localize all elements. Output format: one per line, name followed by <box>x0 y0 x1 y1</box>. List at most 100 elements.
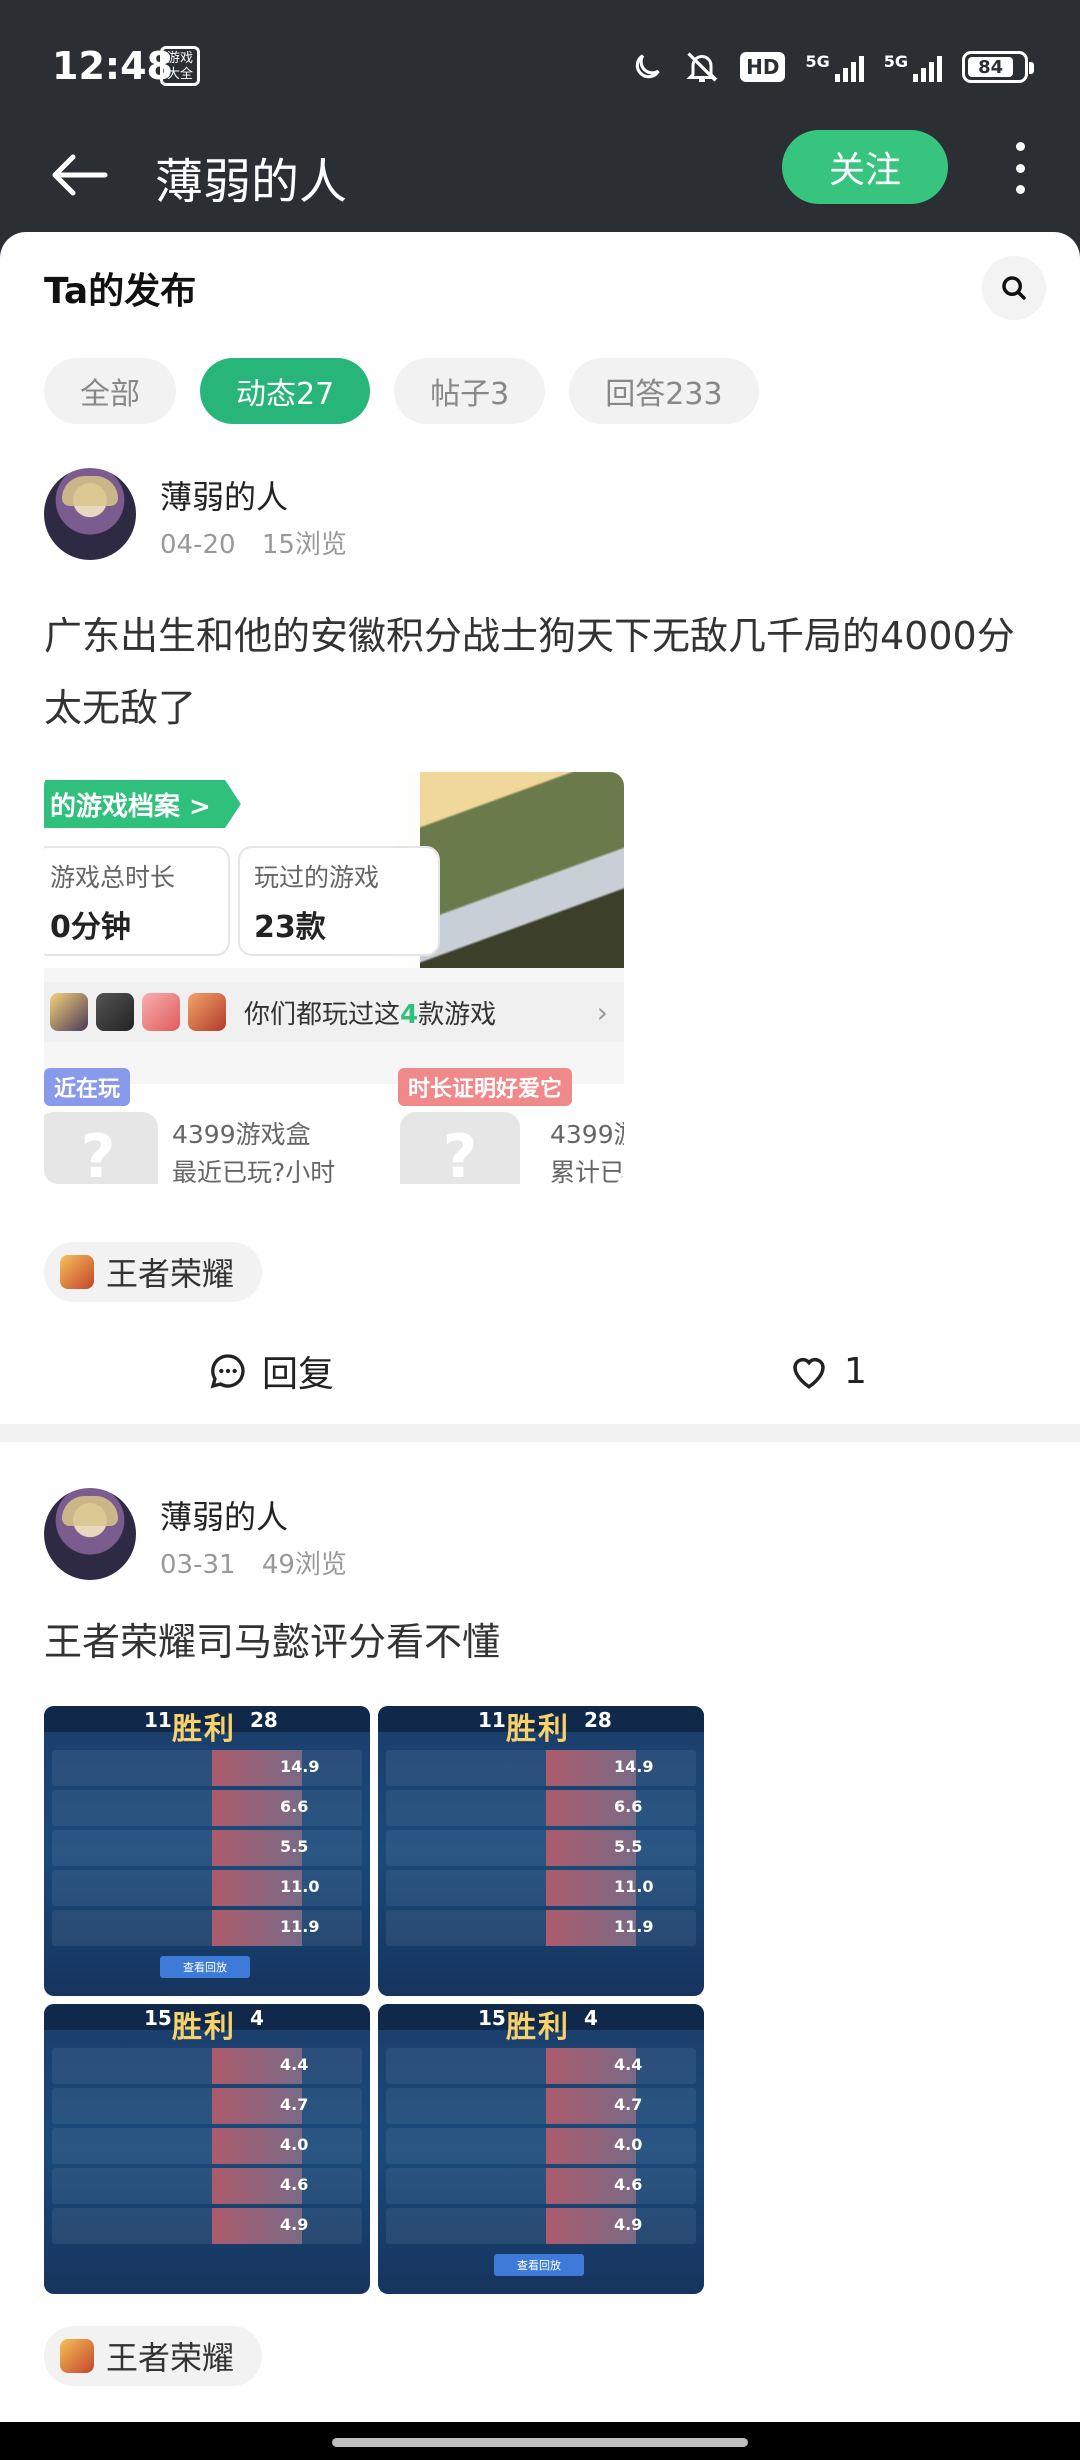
game-result-screenshot[interactable]: 11 胜利 28 14.9 6.6 5.5 11.0 11.9 <box>378 1706 704 1996</box>
network-label-1: 5G <box>805 52 830 71</box>
battery-icon: 84 <box>962 51 1034 83</box>
image-header: 的游戏档案 > <box>44 780 241 828</box>
player-rating: 4.0 <box>280 2135 309 2154</box>
recent-label: 近在玩 <box>44 1068 131 1106</box>
player-rating: 11.0 <box>614 1877 654 1896</box>
game-result-screenshot[interactable]: 15 胜利 4 4.4 4.7 4.0 4.6 4.9 查看回放 <box>378 2004 704 2294</box>
playtime-box: 游戏总时长 0分钟 <box>44 846 230 956</box>
recent-line: 4399游戏盒 <box>172 1120 311 1149</box>
tab-all[interactable]: 全部 <box>44 358 176 424</box>
player-rating: 14.9 <box>280 1757 320 1776</box>
post-author[interactable]: 薄弱的人 <box>160 1492 288 1538</box>
search-button[interactable] <box>982 256 1046 320</box>
player-rating: 4.9 <box>614 2215 643 2234</box>
avatar[interactable] <box>44 1488 136 1580</box>
post-date: 03-31 <box>160 1550 236 1580</box>
reply-button[interactable]: 回复 <box>208 1326 334 1416</box>
player-rating: 4.9 <box>280 2215 309 2234</box>
team-right-score: 28 <box>584 1708 612 1732</box>
game-result-screenshot[interactable]: 15 胜利 4 4.4 4.7 4.0 4.6 4.9 <box>44 2004 370 2294</box>
proof-line: 4399游 <box>550 1120 624 1149</box>
player-row: 6.6 <box>52 1790 362 1826</box>
post-actions: 回复 1 <box>0 1326 1080 1416</box>
back-button[interactable] <box>44 140 114 210</box>
player-rating: 6.6 <box>614 1797 643 1816</box>
team-right-score: 4 <box>250 2006 264 2030</box>
tab-moments[interactable]: 动态27 <box>200 358 371 424</box>
tab-posts[interactable]: 帖子3 <box>394 358 546 424</box>
player-row: 4.0 <box>52 2128 362 2164</box>
more-dot-icon <box>1015 142 1025 151</box>
post-text[interactable]: 王者荣耀司马懿评分看不懂 <box>44 1606 1034 1678</box>
avatar[interactable] <box>44 468 136 560</box>
signal-icon-1: 5G <box>805 52 864 82</box>
view-replay-button: 查看回放 <box>160 1956 250 1978</box>
game-result-screenshot[interactable]: 11 胜利 28 14.9 6.6 5.5 11.0 11.9 查看回放 <box>44 1706 370 1996</box>
more-options-button[interactable] <box>1005 136 1035 200</box>
player-rating: 4.0 <box>614 2135 643 2154</box>
bell-muted-icon <box>684 49 720 85</box>
more-dot-icon <box>1015 185 1025 194</box>
status-time: 12:48 <box>52 44 173 88</box>
hd-voice-icon: HD <box>740 52 786 82</box>
filter-tabs: 全部 动态27 帖子3 回答233 <box>44 358 759 424</box>
proof-text: 4399游 累计已 <box>550 1116 624 1184</box>
game-tag[interactable]: 王者荣耀 <box>44 1242 263 1302</box>
moon-icon <box>630 50 664 84</box>
honor-of-kings-icon <box>60 1255 94 1289</box>
game-avatar <box>188 993 226 1031</box>
player-rating: 11.0 <box>280 1877 320 1896</box>
player-row: 11.9 <box>386 1910 696 1946</box>
player-rating: 5.5 <box>614 1837 643 1856</box>
post-views: 49浏览 <box>261 1550 347 1580</box>
like-button[interactable]: 1 <box>788 1326 867 1416</box>
team-left-score: 15 <box>478 2006 506 2030</box>
game-tag[interactable]: 王者荣耀 <box>44 2326 263 2386</box>
home-indicator[interactable] <box>332 2438 748 2447</box>
player-rating: 4.6 <box>280 2175 309 2194</box>
game-tag-label: 王者荣耀 <box>106 2339 235 2377</box>
system-nav-bar <box>0 2422 1080 2460</box>
common-games-text: 你们都玩过这4款游戏 <box>244 994 496 1031</box>
player-row: 4.6 <box>52 2168 362 2204</box>
hero-illustration <box>420 772 624 968</box>
player-rating: 4.4 <box>614 2055 643 2074</box>
view-replay-button: 查看回放 <box>494 2254 584 2276</box>
victory-label: 胜利 <box>172 1712 236 1747</box>
comment-icon <box>210 1354 245 1389</box>
post-views: 15浏览 <box>261 530 347 560</box>
player-row: 5.5 <box>52 1830 362 1866</box>
chevron-right-icon: › <box>596 995 608 1029</box>
section-title-text: Ta的发布 <box>44 271 197 312</box>
post-author[interactable]: 薄弱的人 <box>160 472 288 518</box>
player-rating: 4.4 <box>280 2055 309 2074</box>
proof-line: 累计已 <box>550 1158 624 1184</box>
tab-answers[interactable]: 回答233 <box>569 358 759 424</box>
team-left-score: 15 <box>144 2006 172 2030</box>
victory-label: 胜利 <box>506 1712 570 1747</box>
player-row: 5.5 <box>386 1830 696 1866</box>
player-row: 11.0 <box>52 1870 362 1906</box>
team-right-score: 28 <box>250 1708 278 1732</box>
section-title: Ta的发布 <box>44 262 230 316</box>
image-grid: 11 胜利 28 14.9 6.6 5.5 11.0 11.9 查看回放 11 胜利 28 14.9 6.… <box>44 1706 704 2294</box>
game-tag-label: 王者荣耀 <box>106 1255 235 1293</box>
post-image[interactable]: 的游戏档案 > 游戏总时长 0分钟 玩过的游戏 23款 你们都玩过这4款游戏 ›… <box>44 772 624 1184</box>
profile-content: Ta的发布 全部 动态27 帖子3 回答233 薄弱的人 04-20 15浏览 … <box>0 232 1080 2422</box>
post-date: 04-20 <box>160 530 236 560</box>
page-title: 薄弱的人 <box>155 154 348 210</box>
follow-button[interactable]: 关注 <box>782 130 948 204</box>
game-avatar <box>142 993 180 1031</box>
team-left-score: 11 <box>144 1708 172 1732</box>
player-row: 14.9 <box>52 1750 362 1786</box>
player-rating: 4.6 <box>614 2175 643 2194</box>
post-text[interactable]: 广东出生和他的安徽积分战士狗天下无敌几千局的4000分太无敌了 <box>44 600 1034 744</box>
player-rating: 14.9 <box>614 1757 654 1776</box>
feed-post[interactable]: 薄弱的人 03-31 49浏览 王者荣耀司马懿评分看不懂 11 胜利 28 14.9 6… <box>0 1488 1080 2422</box>
game-avatar <box>96 993 134 1031</box>
signal-icon-2: 5G <box>884 52 942 82</box>
games-played-value: 23款 <box>254 910 326 945</box>
honor-of-kings-icon <box>60 2339 94 2373</box>
post-meta: 03-31 49浏览 <box>160 1544 347 1581</box>
game-avatar <box>50 993 88 1031</box>
